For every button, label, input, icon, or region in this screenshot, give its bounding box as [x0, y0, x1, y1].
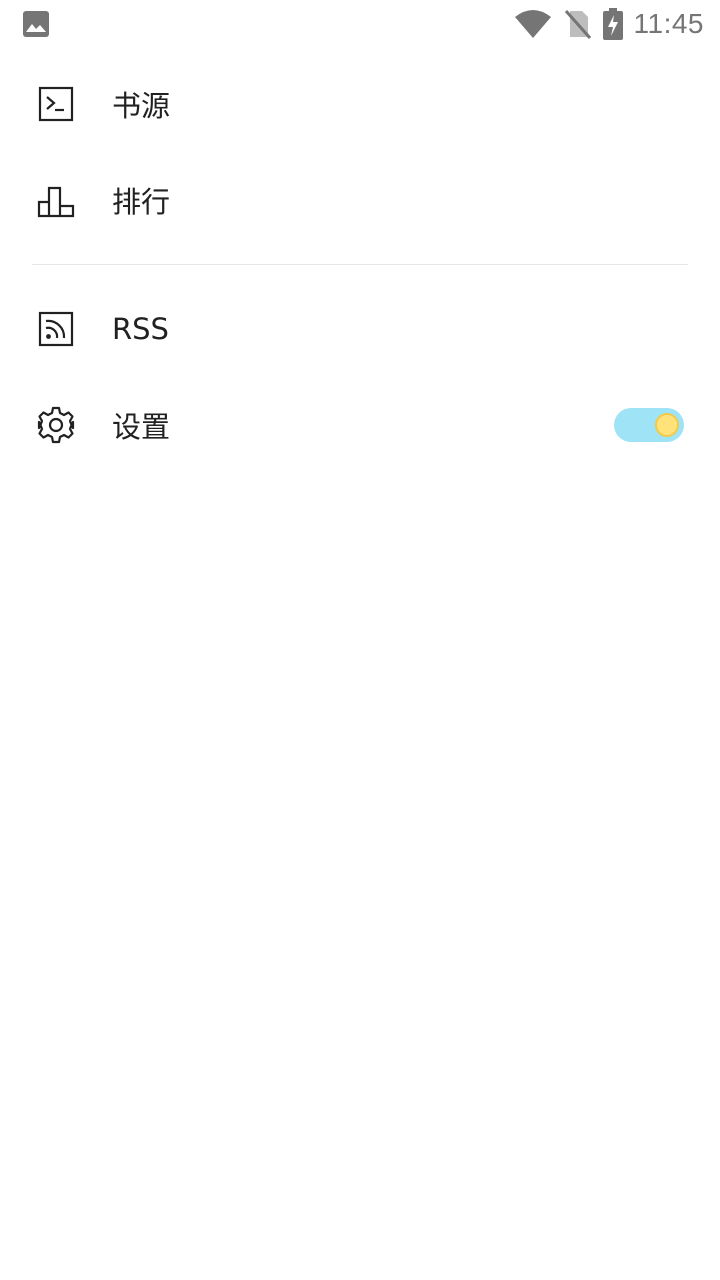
menu-item-label: 书源	[112, 89, 171, 123]
menu-item-book-source[interactable]: 书源	[0, 56, 720, 152]
menu-item-label: 设置	[112, 410, 171, 444]
rss-icon	[38, 311, 74, 347]
status-time: 11:45	[633, 8, 704, 39]
menu-divider	[32, 264, 688, 265]
menu-item-label: RSS	[112, 312, 169, 346]
no-sim-icon	[564, 10, 591, 39]
menu-item-label: 排行	[112, 185, 171, 219]
terminal-icon	[38, 86, 74, 122]
image-icon	[22, 10, 50, 38]
menu-item-rss[interactable]: RSS	[0, 281, 720, 377]
theme-toggle[interactable]	[614, 408, 684, 442]
bar-chart-icon	[37, 186, 75, 218]
menu-list: 书源 排行 RSS 设置	[0, 56, 720, 473]
menu-item-settings[interactable]: 设置	[0, 377, 720, 473]
battery-charging-icon	[602, 8, 623, 40]
status-icons: 11:45	[514, 6, 705, 42]
toggle-knob	[655, 413, 679, 437]
status-bar: 11:45	[0, 0, 720, 48]
menu-item-ranking[interactable]: 排行	[0, 152, 720, 248]
screen: 11:45 书源 排行 RSS 设置	[0, 0, 720, 1280]
wifi-icon	[514, 10, 551, 38]
gear-icon	[37, 406, 75, 444]
